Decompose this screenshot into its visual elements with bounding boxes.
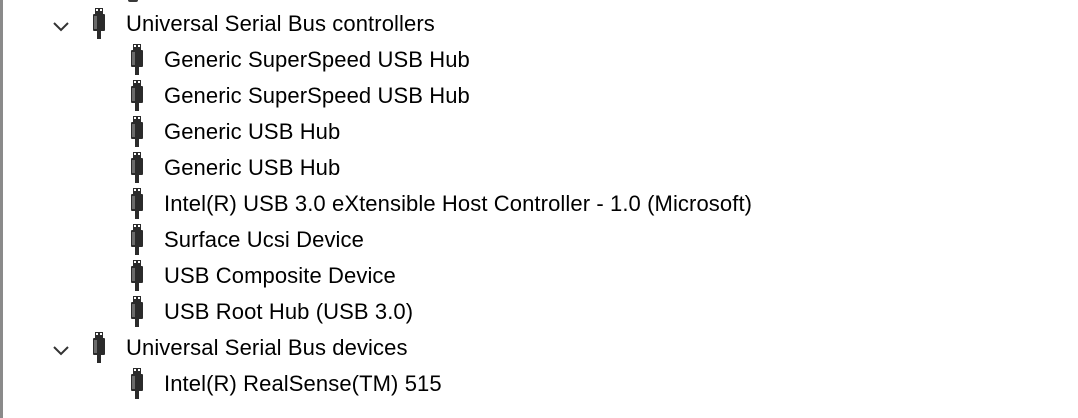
device-label: Generic SuperSpeed USB Hub [164, 83, 470, 108]
tree-device-item[interactable]: USB Root Hub (USB 3.0) [0, 294, 1078, 330]
device-label: Intel(R) USB 3.0 eXtensible Host Control… [164, 191, 753, 216]
device-label: Generic USB Hub [164, 119, 341, 144]
tree-device-item[interactable]: USB Composite Device [0, 258, 1078, 294]
tree-device-item[interactable]: Generic USB Hub [0, 150, 1078, 186]
tree-device-item[interactable]: Generic SuperSpeed USB Hub [0, 42, 1078, 78]
device-tree: Universal Serial Bus controllers Generic… [0, 6, 1078, 402]
usb-plug-icon [127, 259, 147, 293]
usb-plug-icon [127, 295, 147, 329]
tree-device-item[interactable]: Surface Ucsi Device [0, 222, 1078, 258]
usb-plug-icon [127, 187, 147, 221]
usb-plug-icon [127, 367, 147, 401]
device-label: Intel(R) RealSense(TM) 515 [164, 371, 442, 396]
tree-category-usb-devices[interactable]: Universal Serial Bus devices [0, 330, 1078, 366]
usb-plug-icon [127, 115, 147, 149]
device-label: USB Composite Device [164, 263, 396, 288]
tree-device-item[interactable]: Generic SuperSpeed USB Hub [0, 78, 1078, 114]
usb-plug-icon [127, 79, 147, 113]
device-label: Generic SuperSpeed USB Hub [164, 47, 470, 72]
category-label: Universal Serial Bus devices [126, 335, 408, 360]
usb-plug-icon [127, 151, 147, 185]
usb-plug-icon [89, 7, 109, 41]
tree-category-usb-controllers[interactable]: Universal Serial Bus controllers [0, 6, 1078, 42]
tree-device-item[interactable]: Intel(R) RealSense(TM) 515 [0, 366, 1078, 402]
tree-device-item[interactable]: Generic USB Hub [0, 114, 1078, 150]
usb-plug-icon [127, 223, 147, 257]
device-label: USB Root Hub (USB 3.0) [164, 299, 414, 324]
category-label: Universal Serial Bus controllers [126, 11, 435, 36]
chevron-down-icon[interactable] [50, 340, 72, 362]
partial-usb-plug-icon [128, 0, 138, 2]
usb-plug-icon [127, 43, 147, 77]
tree-device-item[interactable]: Intel(R) USB 3.0 eXtensible Host Control… [0, 186, 1078, 222]
usb-plug-icon [89, 331, 109, 365]
device-label: Surface Ucsi Device [164, 227, 364, 252]
chevron-down-icon[interactable] [50, 16, 72, 38]
device-label: Generic USB Hub [164, 155, 341, 180]
